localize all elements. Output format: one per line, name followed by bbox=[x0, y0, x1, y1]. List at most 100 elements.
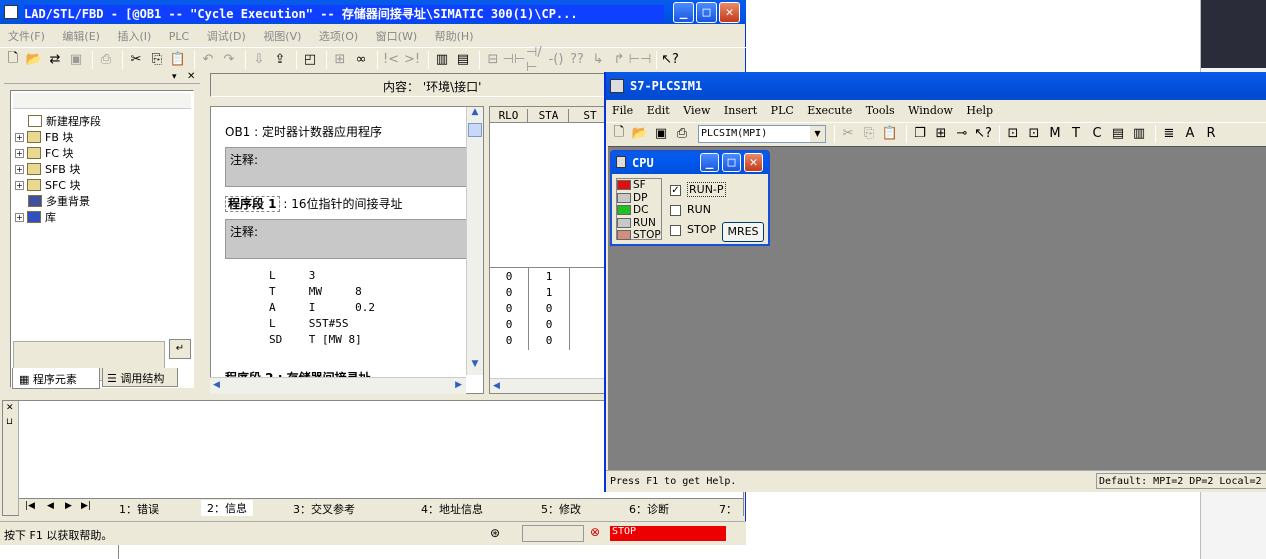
print-icon[interactable]: ⎙ bbox=[97, 51, 115, 69]
tree-item[interactable]: 多重背景 bbox=[15, 193, 101, 209]
minimize-button[interactable]: _ bbox=[673, 2, 694, 23]
copy-icon[interactable]: ⎘ bbox=[148, 51, 166, 69]
insert-marker-icon[interactable]: M bbox=[1046, 125, 1064, 143]
expand-icon[interactable]: + bbox=[15, 212, 24, 222]
plcsim-menu-help[interactable]: Help bbox=[966, 104, 993, 117]
context-help-icon[interactable]: ↖? bbox=[974, 125, 992, 143]
tab-info[interactable]: 2：信息 bbox=[201, 500, 253, 516]
menu-insert[interactable]: 插入(I) bbox=[117, 30, 151, 43]
overview-icon[interactable]: ▥ bbox=[433, 51, 451, 69]
details-pin-icon[interactable]: ⊔ bbox=[6, 417, 13, 427]
scroll-left-icon[interactable]: ◀ bbox=[213, 380, 220, 390]
open-folder-icon[interactable]: 📂 bbox=[631, 125, 649, 143]
download-icon[interactable]: ⇩ bbox=[250, 51, 268, 69]
tab-nav-last-icon[interactable]: ▶| bbox=[81, 501, 91, 511]
upload-icon[interactable]: ⇪ bbox=[271, 51, 289, 69]
mode-run-p[interactable]: ✓ RUN-P bbox=[670, 180, 726, 200]
tree-item[interactable]: + 库 bbox=[15, 209, 101, 225]
tab-call-structure[interactable]: ☰ 调用结构 bbox=[102, 368, 178, 387]
expand-icon[interactable]: + bbox=[15, 148, 24, 158]
cpu-minimize-button[interactable]: _ bbox=[700, 153, 719, 172]
insert-vertical-icon[interactable]: ▥ bbox=[1130, 125, 1148, 143]
run-p-checkbox[interactable]: ✓ bbox=[670, 184, 681, 196]
tab-errors[interactable]: 1：错误 bbox=[119, 501, 159, 517]
monitor-icon[interactable]: ◰ bbox=[301, 51, 319, 69]
tab-diagnostics[interactable]: 6：诊断 bbox=[629, 501, 669, 517]
plcsim-menu-file[interactable]: File bbox=[612, 104, 633, 117]
glasses-icon[interactable]: ∞ bbox=[352, 51, 370, 69]
prev-icon[interactable]: !< bbox=[382, 51, 400, 69]
cpu-title-bar[interactable]: CPU _ □ ✕ bbox=[612, 152, 768, 174]
tab-nav-first-icon[interactable]: |◀ bbox=[25, 501, 35, 511]
tab-program-elements[interactable]: ▦ 程序元素 bbox=[12, 368, 100, 389]
comment-box-2[interactable]: 注释: bbox=[225, 219, 469, 259]
expand-icon[interactable]: + bbox=[15, 164, 24, 174]
menu-window[interactable]: 窗口(W) bbox=[376, 30, 417, 43]
connection-select[interactable]: PLCSIM(MPI) ▼ bbox=[698, 124, 826, 143]
close-button[interactable]: ✕ bbox=[719, 2, 740, 23]
insert-timer-icon[interactable]: T bbox=[1067, 125, 1085, 143]
insert-accu-icon[interactable]: A bbox=[1181, 125, 1199, 143]
cascade-icon[interactable]: ❐ bbox=[911, 125, 929, 143]
panel-dropdown-icon[interactable]: ▾ bbox=[172, 72, 177, 82]
save-icon[interactable]: ▣ bbox=[652, 125, 670, 143]
details-close-icon[interactable]: ✕ bbox=[6, 403, 14, 413]
redo-icon[interactable]: ↷ bbox=[220, 51, 238, 69]
menu-plc[interactable]: PLC bbox=[169, 30, 189, 43]
tree-item[interactable]: 新建程序段 bbox=[15, 113, 101, 129]
tree-item[interactable]: + SFB 块 bbox=[15, 161, 101, 177]
menu-view[interactable]: 视图(V) bbox=[263, 30, 301, 43]
status-horizontal-scrollbar[interactable]: ◀ bbox=[490, 378, 608, 393]
insert-element-button[interactable]: ↵ bbox=[169, 339, 191, 359]
scroll-up-icon[interactable]: ▲ bbox=[467, 107, 483, 123]
editor-vertical-scrollbar[interactable]: ▲ ▼ bbox=[466, 107, 483, 375]
mode-run[interactable]: RUN bbox=[670, 200, 726, 220]
chevron-down-icon[interactable]: ▼ bbox=[810, 125, 825, 142]
cpu-close-button[interactable]: ✕ bbox=[744, 153, 763, 172]
new-file-icon[interactable]: 🗋 bbox=[610, 125, 628, 143]
coil-icon[interactable]: -() bbox=[547, 51, 565, 69]
tab-nav-next-icon[interactable]: ▶ bbox=[65, 501, 72, 511]
scroll-left-icon[interactable]: ◀ bbox=[493, 381, 500, 391]
tree-item[interactable]: + FC 块 bbox=[15, 145, 101, 161]
plcsim-menu-insert[interactable]: Insert bbox=[724, 104, 757, 117]
box-icon[interactable]: ?? bbox=[568, 51, 586, 69]
tab-address-info[interactable]: 4：地址信息 bbox=[421, 501, 483, 517]
insert-register-icon[interactable]: R bbox=[1202, 125, 1220, 143]
tree-item[interactable]: + FB 块 bbox=[15, 129, 101, 145]
cut-icon[interactable]: ✂ bbox=[839, 125, 857, 143]
scroll-thumb[interactable] bbox=[468, 123, 482, 137]
new-file-icon[interactable]: 🗋 bbox=[4, 51, 22, 69]
menu-options[interactable]: 选项(O) bbox=[319, 30, 358, 43]
plcsim-menu-edit[interactable]: Edit bbox=[647, 104, 670, 117]
tree-item[interactable]: + SFC 块 bbox=[15, 177, 101, 193]
plcsim-menu-tools[interactable]: Tools bbox=[866, 104, 895, 117]
menu-edit[interactable]: 编辑(E) bbox=[62, 30, 100, 43]
cpu-maximize-button[interactable]: □ bbox=[722, 153, 741, 172]
insert-generic-icon[interactable]: ▤ bbox=[1109, 125, 1127, 143]
scroll-down-icon[interactable]: ▼ bbox=[467, 359, 483, 375]
scroll-right-icon[interactable]: ▶ bbox=[455, 380, 462, 390]
branch-open-icon[interactable]: ↳ bbox=[589, 51, 607, 69]
branch-close-icon[interactable]: ↱ bbox=[610, 51, 628, 69]
comment-box-1[interactable]: 注释: bbox=[225, 147, 469, 187]
contact-nc-icon[interactable]: ⊣/⊢ bbox=[526, 45, 544, 75]
stop-checkbox[interactable] bbox=[670, 224, 681, 236]
tab-nav-prev-icon[interactable]: ◀ bbox=[47, 501, 54, 511]
plcsim-menu-view[interactable]: View bbox=[683, 104, 710, 117]
next-icon[interactable]: >! bbox=[403, 51, 421, 69]
menu-file[interactable]: 文件(F) bbox=[8, 30, 45, 43]
expand-icon[interactable]: + bbox=[15, 132, 24, 142]
tab-cross-ref[interactable]: 3：交叉参考 bbox=[293, 501, 355, 517]
mode-stop[interactable]: STOP bbox=[670, 220, 726, 240]
insert-input-icon[interactable]: ⊡ bbox=[1004, 125, 1022, 143]
network-icon[interactable]: ⊞ bbox=[331, 51, 349, 69]
tab-more[interactable]: 7： bbox=[719, 501, 737, 517]
new-network-icon[interactable]: ⊟ bbox=[484, 51, 502, 69]
editor-horizontal-scrollbar[interactable]: ◀ ▶ bbox=[210, 377, 466, 394]
details-icon[interactable]: ▤ bbox=[454, 51, 472, 69]
open-folder-icon[interactable]: 📂 bbox=[25, 51, 43, 69]
connection-icon[interactable]: ⊢⊣ bbox=[629, 51, 652, 69]
paste-icon[interactable]: 📋 bbox=[169, 51, 187, 69]
mres-button[interactable]: MRES bbox=[722, 222, 764, 242]
